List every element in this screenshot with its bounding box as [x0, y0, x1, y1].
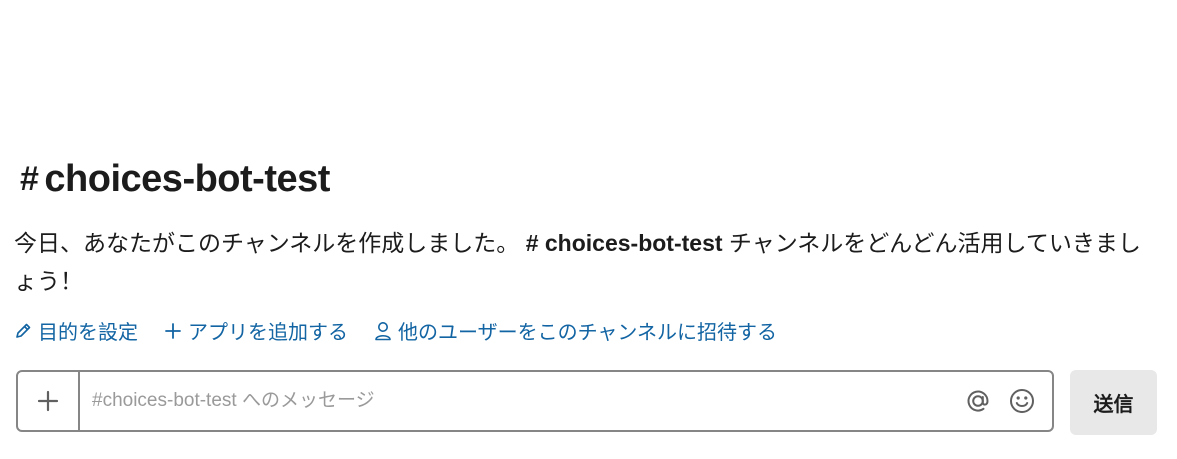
channel-page: # choices-bot-test 今日、あなたがこのチャンネルを作成しました…: [0, 0, 1177, 459]
channel-actions: 目的を設定 アプリを追加する 他のユーザーをこのチャンネルに招待する: [14, 316, 803, 345]
channel-title: # choices-bot-test: [20, 158, 330, 201]
channel-mention[interactable]: # choices-bot-test: [526, 230, 723, 256]
mention-button[interactable]: [962, 385, 994, 417]
channel-hash: #: [20, 160, 39, 198]
plus-icon: [37, 390, 59, 412]
add-app-link[interactable]: アプリを追加する: [164, 316, 348, 345]
message-composer: [16, 370, 1054, 432]
person-icon: [375, 321, 391, 340]
pencil-icon: [16, 323, 31, 338]
set-purpose-link[interactable]: 目的を設定: [14, 316, 138, 345]
at-sign-icon: [967, 390, 989, 412]
channel-intro: 今日、あなたがこのチャンネルを作成しました。 # choices-bot-tes…: [14, 224, 1154, 300]
set-purpose-label: 目的を設定: [38, 322, 138, 344]
emoji-button[interactable]: [1006, 385, 1038, 417]
add-app-label: アプリを追加する: [188, 322, 348, 344]
plus-icon: [165, 322, 181, 339]
channel-name: choices-bot-test: [44, 158, 330, 200]
composer-icons: [950, 385, 1052, 417]
intro-text-before: 今日、あなたがこのチャンネルを作成しました。: [14, 230, 520, 256]
invite-users-label: 他のユーザーをこのチャンネルに招待する: [398, 322, 777, 344]
message-input[interactable]: [80, 372, 950, 430]
send-button[interactable]: 送信: [1070, 370, 1157, 435]
invite-users-link[interactable]: 他のユーザーをこのチャンネルに招待する: [374, 316, 777, 345]
smiley-icon: [1010, 389, 1034, 413]
attach-button[interactable]: [18, 372, 80, 430]
